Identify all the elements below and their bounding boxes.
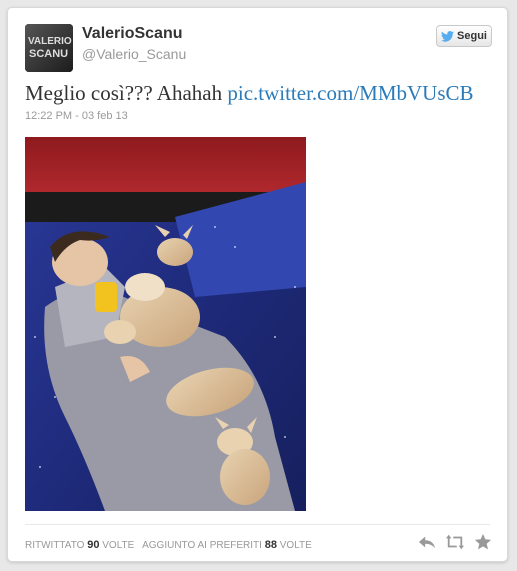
author-name[interactable]: ValerioScanu xyxy=(82,25,183,43)
tweet-text: Meglio così??? Ahahah pic.twitter.com/MM… xyxy=(25,81,495,106)
favorite-label: aggiunto ai preferiti xyxy=(142,540,262,551)
tweet-photo[interactable] xyxy=(25,137,306,511)
tweet-pic-link[interactable]: pic.twitter.com/MMbVUsCB xyxy=(227,81,473,105)
footer-divider xyxy=(25,524,490,525)
tweet-timestamp[interactable]: 12:22 PM - 03 feb 13 xyxy=(25,110,128,122)
follow-button-label: Segui xyxy=(457,30,487,42)
author-handle[interactable]: @Valerio_Scanu xyxy=(82,46,186,62)
tweet-card: VALERIO SCANU ValerioScanu @Valerio_Scan… xyxy=(7,7,508,562)
retweet-suffix: volte xyxy=(102,540,135,551)
favorite-count[interactable]: 88 xyxy=(265,539,277,551)
photo-image xyxy=(25,137,306,511)
twitter-bird-icon xyxy=(441,30,455,42)
avatar-image: VALERIO SCANU xyxy=(25,24,73,72)
avatar-text-top: VALERIO xyxy=(28,36,72,47)
tweet-stats: Ritwittato 90 volte aggiunto ai preferit… xyxy=(25,539,312,551)
reply-icon[interactable] xyxy=(418,533,436,551)
retweet-label: Ritwittato xyxy=(25,540,85,551)
tweet-actions xyxy=(418,533,492,551)
author-avatar[interactable]: VALERIO SCANU xyxy=(25,24,73,72)
tweet-body: Meglio così??? Ahahah xyxy=(25,81,228,105)
retweet-icon[interactable] xyxy=(446,533,464,551)
favorite-suffix: volte xyxy=(279,540,312,551)
avatar-text-bottom: SCANU xyxy=(29,48,68,60)
favorite-star-icon[interactable] xyxy=(474,533,492,551)
follow-button[interactable]: Segui xyxy=(436,25,492,47)
retweet-count[interactable]: 90 xyxy=(87,539,99,551)
